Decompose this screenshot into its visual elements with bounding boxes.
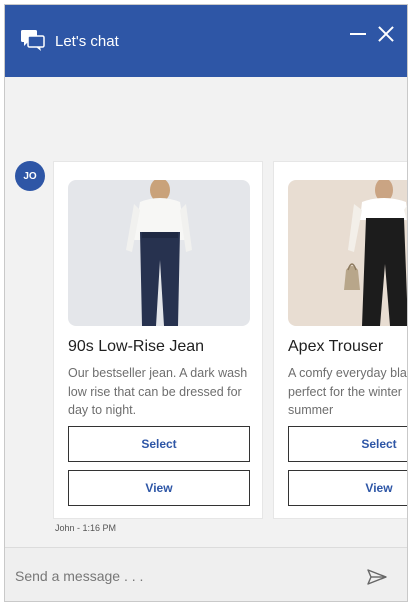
product-title: 90s Low-Rise Jean [68,338,205,355]
product-image [68,180,250,326]
product-title: Apex Trouser [288,338,384,355]
product-card: 90s Low-Rise Jean Our bestseller jean. A… [53,161,263,519]
product-description: Our bestseller jean. A dark wash low ris… [68,366,248,417]
message-timestamp: John - 1:16 PM [55,523,117,533]
chat-title: Let's chat [55,33,119,50]
minimize-icon[interactable] [349,25,367,43]
product-carousel[interactable]: 90s Low-Rise Jean Our bestseller jean. A… [53,161,407,519]
avatar: JO [15,161,45,191]
view-button[interactable]: View [288,470,407,506]
chat-bubbles-icon [21,30,45,51]
product-description: A comfy everyday bla perfect for the win… [288,366,407,417]
product-image [288,180,407,326]
product-card: Apex Trouser A comfy everyday bla perfec… [273,161,407,519]
select-button[interactable]: Select [68,426,250,462]
message-composer [5,547,407,601]
chat-header: Let's chat [5,5,407,77]
view-button[interactable]: View [68,470,250,506]
message-input[interactable] [13,564,347,588]
chat-window: Let's chat JO 90s Low-Rise Jean Our best… [4,4,408,602]
close-icon[interactable] [376,24,396,44]
select-button[interactable]: Select [288,426,407,462]
send-icon[interactable] [367,569,387,585]
